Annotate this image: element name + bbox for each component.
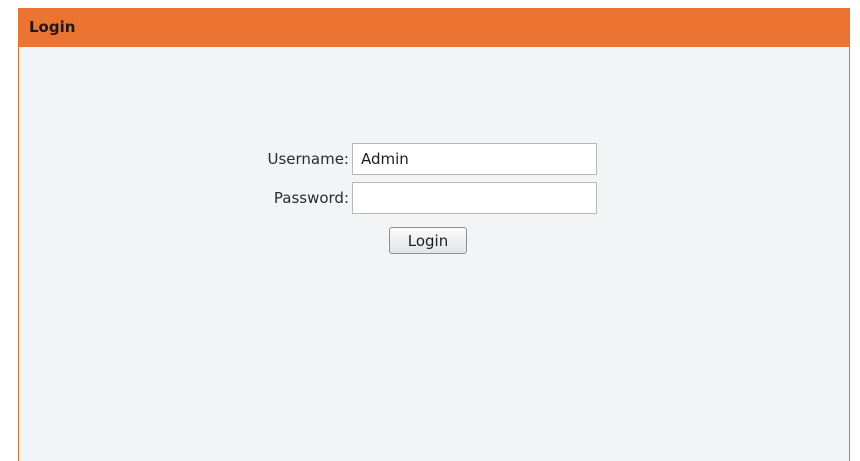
username-row: Username: — [19, 143, 851, 175]
password-label: Password: — [273, 189, 349, 207]
panel-title: Login — [19, 8, 849, 47]
login-panel: Login Username: Password: Login — [18, 8, 850, 461]
login-button[interactable]: Login — [389, 227, 467, 254]
password-row: Password: — [19, 182, 851, 214]
password-input[interactable] — [352, 182, 597, 214]
username-label: Username: — [267, 150, 349, 168]
username-input[interactable] — [352, 143, 597, 175]
